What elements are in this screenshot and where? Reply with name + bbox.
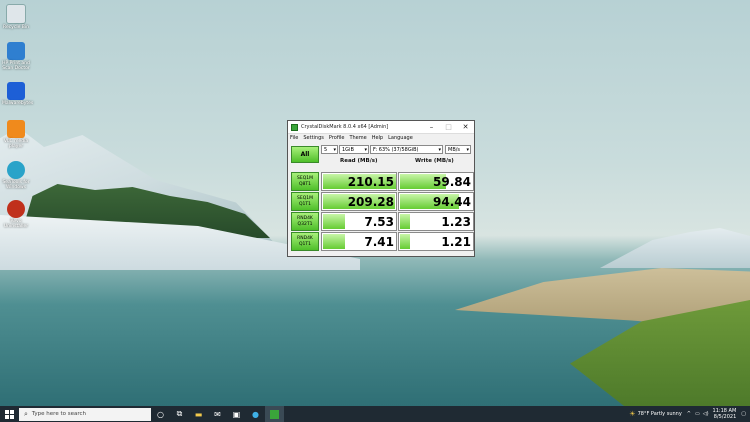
menu-file[interactable]: File [290, 135, 298, 141]
desktop-icon-label: Revo Uninstaller [3, 219, 29, 229]
desktop-icon-label: Recycle Bin [3, 25, 29, 30]
write-value: 94.44 [433, 195, 471, 209]
desktop-icon-malwarebytes[interactable]: Malwarebytes [2, 82, 34, 106]
window-title: CrystalDiskMark 8.0.4 x64 [Admin] [301, 124, 389, 130]
write-result-cell: 94.44 [398, 192, 474, 211]
start-button[interactable] [0, 406, 18, 422]
test-count-value: 5 [324, 147, 328, 153]
volume-icon[interactable]: ◁) [703, 411, 709, 417]
chevron-down-icon: ▾ [364, 147, 367, 153]
read-meter-bar [323, 234, 346, 249]
test-queue: Q1T1 [298, 202, 312, 207]
edge-icon[interactable]: ● [246, 406, 265, 422]
search-placeholder: Type here to search [31, 411, 86, 417]
rnd4k-q32t1-button[interactable]: RND4K Q32T1 [291, 212, 319, 231]
store-icon[interactable]: ▣ [227, 406, 246, 422]
read-value: 7.53 [364, 215, 394, 229]
write-value: 59.84 [433, 175, 471, 189]
taskbar-search-box[interactable]: ⌕ Type here to search [19, 407, 151, 421]
seatools-icon [7, 161, 25, 179]
weather-sun-icon: ☀ [629, 410, 636, 418]
chevron-down-icon: ▾ [466, 147, 469, 153]
read-result-cell: 7.41 [321, 232, 397, 251]
test-size-value: 1GiB [342, 147, 354, 153]
vlc-cone-icon [7, 120, 25, 138]
control-panel: All 5 ▾ 1GiB ▾ F: 63% (37/58GiB) ▾ MB/s ▾ Re… [288, 142, 474, 172]
read-result-cell: 209.28 [321, 192, 397, 211]
drive-value: F: 63% (37/58GiB) [373, 147, 419, 153]
desktop-icon-label: Malwarebytes [2, 101, 34, 106]
read-meter-bar [323, 214, 346, 229]
crystaldiskmark-window: CrystalDiskMark 8.0.4 x64 [Admin] – □ ✕ … [287, 120, 475, 257]
run-all-button[interactable]: All [291, 146, 319, 163]
network-icon[interactable]: ▭ [695, 411, 700, 417]
minimize-button[interactable]: – [423, 121, 440, 133]
desktop-icon-recycle-bin[interactable]: Recycle Bin [2, 4, 30, 30]
close-button[interactable]: ✕ [457, 121, 474, 133]
desktop-icon-revo[interactable]: Revo Uninstaller [2, 200, 30, 229]
app-icon [291, 123, 298, 131]
taskbar: ⌕ Type here to search ○ ⧉ ▬ ✉ ▣ ● ☀ 78°F… [0, 406, 750, 422]
write-result-cell: 59.84 [398, 172, 474, 191]
hp-icon [7, 42, 25, 60]
mail-icon[interactable]: ✉ [208, 406, 227, 422]
drive-select[interactable]: F: 63% (37/58GiB) ▾ [370, 145, 443, 154]
menu-help[interactable]: Help [372, 135, 383, 141]
seq1m-q1t1-button[interactable]: SEQ1M Q1T1 [291, 192, 319, 211]
clock[interactable]: 11:18 AM 8/5/2021 [713, 408, 737, 420]
desktop-icon-label: HP Print and Scan Doctor [2, 61, 30, 71]
date-text: 8/5/2021 [713, 414, 737, 420]
seq1m-q8t1-button[interactable]: SEQ1M Q8T1 [291, 172, 319, 191]
menu-theme[interactable]: Theme [349, 135, 366, 141]
unit-select[interactable]: MB/s ▾ [445, 145, 471, 154]
read-value: 7.41 [364, 235, 394, 249]
rnd4k-q1t1-button[interactable]: RND4K Q1T1 [291, 232, 319, 251]
test-size-select[interactable]: 1GiB ▾ [339, 145, 369, 154]
desktop-icon-label: VLC media player [3, 139, 29, 149]
read-value: 210.15 [347, 175, 394, 189]
read-result-cell: 210.15 [321, 172, 397, 191]
maximize-button[interactable]: □ [440, 121, 457, 133]
write-meter-bar [400, 214, 411, 229]
file-explorer-icon[interactable]: ▬ [189, 406, 208, 422]
weather-text[interactable]: 78°F Partly sunny [638, 411, 682, 417]
title-bar[interactable]: CrystalDiskMark 8.0.4 x64 [Admin] – □ ✕ [288, 121, 474, 134]
windows-logo-icon [4, 409, 14, 419]
chevron-down-icon: ▾ [438, 147, 441, 153]
write-meter-bar [400, 234, 411, 249]
write-column-header: Write (MB/s) [415, 158, 454, 164]
distant-mountain [600, 228, 750, 268]
menu-profile[interactable]: Profile [329, 135, 345, 141]
chevron-down-icon: ▾ [333, 147, 336, 153]
test-queue: Q32T1 [297, 222, 313, 227]
read-result-cell: 7.53 [321, 212, 397, 231]
menu-language[interactable]: Language [388, 135, 413, 141]
cortana-icon[interactable]: ○ [151, 406, 170, 422]
read-column-header: Read (MB/s) [340, 158, 378, 164]
search-icon: ⌕ [24, 409, 28, 418]
write-value: 1.23 [441, 215, 471, 229]
read-value: 209.28 [347, 195, 394, 209]
chevron-up-icon[interactable]: ^ [687, 411, 691, 417]
write-value: 1.21 [441, 235, 471, 249]
desktop-icon-hp-print-scan-doctor[interactable]: HP Print and Scan Doctor [2, 42, 30, 71]
revo-uninstaller-icon [7, 200, 25, 218]
unit-value: MB/s [448, 147, 461, 153]
crystaldiskmark-taskbar-icon[interactable] [265, 406, 284, 422]
malwarebytes-icon [7, 82, 25, 100]
menu-settings[interactable]: Settings [303, 135, 324, 141]
task-view-icon[interactable]: ⧉ [170, 406, 189, 422]
write-result-cell: 1.21 [398, 232, 474, 251]
test-queue: Q1T1 [298, 242, 312, 247]
system-tray: ☀ 78°F Partly sunny ^ ▭ ◁) 11:18 AM 8/5/… [629, 406, 746, 422]
desktop-icon-seatools[interactable]: SeaTools for Windows [2, 161, 30, 190]
recycle-bin-icon [6, 4, 26, 24]
desktop-icon-vlc[interactable]: VLC media player [2, 120, 30, 149]
write-result-cell: 1.23 [398, 212, 474, 231]
test-queue: Q8T1 [298, 182, 312, 187]
menu-bar: File Settings Profile Theme Help Languag… [288, 134, 474, 142]
test-count-select[interactable]: 5 ▾ [321, 145, 338, 154]
notification-icon[interactable]: ▢ [741, 411, 746, 417]
desktop-icon-label: SeaTools for Windows [2, 180, 30, 190]
